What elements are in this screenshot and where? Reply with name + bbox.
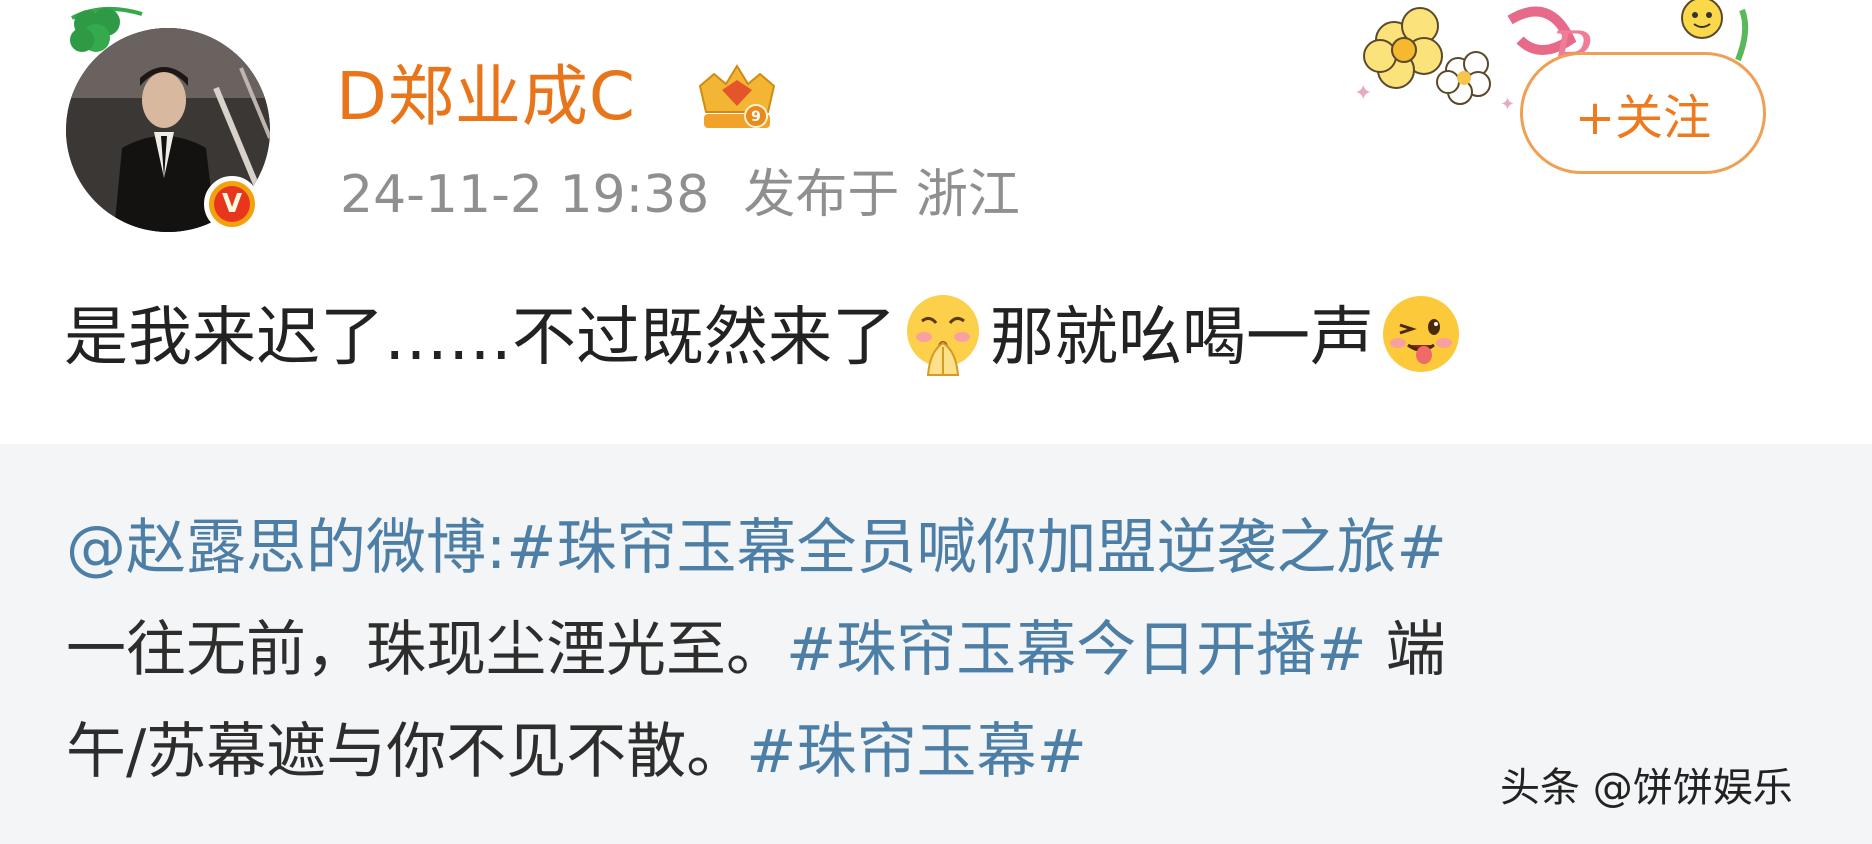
repost-line-3: 午/苏幕遮与你不见不散。#珠帘玉幕# [66, 704, 1087, 800]
toutiao-watermark: 头条 @饼饼娱乐 [1500, 765, 1793, 811]
mention-link[interactable]: @赵露思的微博: [66, 513, 506, 583]
repost-text-3: 午/苏幕遮与你不见不散。 [66, 717, 747, 787]
svg-text:✦: ✦ [1500, 94, 1515, 115]
hashtag-link-1[interactable]: #珠帘玉幕全员喊你加盟逆袭之旅# [506, 513, 1447, 583]
crown-level-badge-icon: 9 [698, 64, 776, 128]
avatar[interactable]: V [66, 28, 270, 232]
post-card: V D郑业成C 9 24-11-2 19:38 发布于 浙江 ✦ ✦ +关注 是… [0, 0, 1872, 444]
repost-line-1: @赵露思的微博:#珠帘玉幕全员喊你加盟逆袭之旅# [66, 500, 1447, 596]
post-timestamp: 24-11-2 19:38 [340, 165, 710, 225]
verified-badge-icon: V [204, 176, 260, 232]
username[interactable]: D郑业成C [336, 52, 636, 142]
hashtag-link-3[interactable]: #珠帘玉幕# [746, 717, 1087, 787]
praying-shy-emoji-icon [907, 295, 979, 376]
post-text-part1: 是我来迟了……不过既然来了 [64, 301, 896, 375]
repost-text-2-tail: 端 [1366, 615, 1446, 685]
verified-v-glyph: V [214, 186, 250, 222]
post-meta: 24-11-2 19:38 发布于 浙江 [340, 160, 1020, 230]
repost-text-2: 一往无前，珠现尘湮光至。 [66, 615, 786, 685]
svg-text:✦: ✦ [1354, 81, 1372, 106]
repost-line-2: 一往无前，珠现尘湮光至。#珠帘玉幕今日开播# 端 [66, 602, 1446, 698]
post-text-part2: 那就吆喝一声 [990, 301, 1374, 375]
winking-tongue-emoji-icon [1383, 296, 1459, 372]
hashtag-link-2[interactable]: #珠帘玉幕今日开播# [786, 615, 1367, 685]
level-number: 9 [751, 109, 761, 125]
follow-button[interactable]: +关注 [1520, 52, 1766, 174]
weibo-post-screenshot: V D郑业成C 9 24-11-2 19:38 发布于 浙江 ✦ ✦ +关注 是… [0, 0, 1872, 844]
post-body: 是我来迟了……不过既然来了 那就吆喝一声 [64, 290, 1468, 386]
post-location: 发布于 浙江 [743, 165, 1020, 225]
